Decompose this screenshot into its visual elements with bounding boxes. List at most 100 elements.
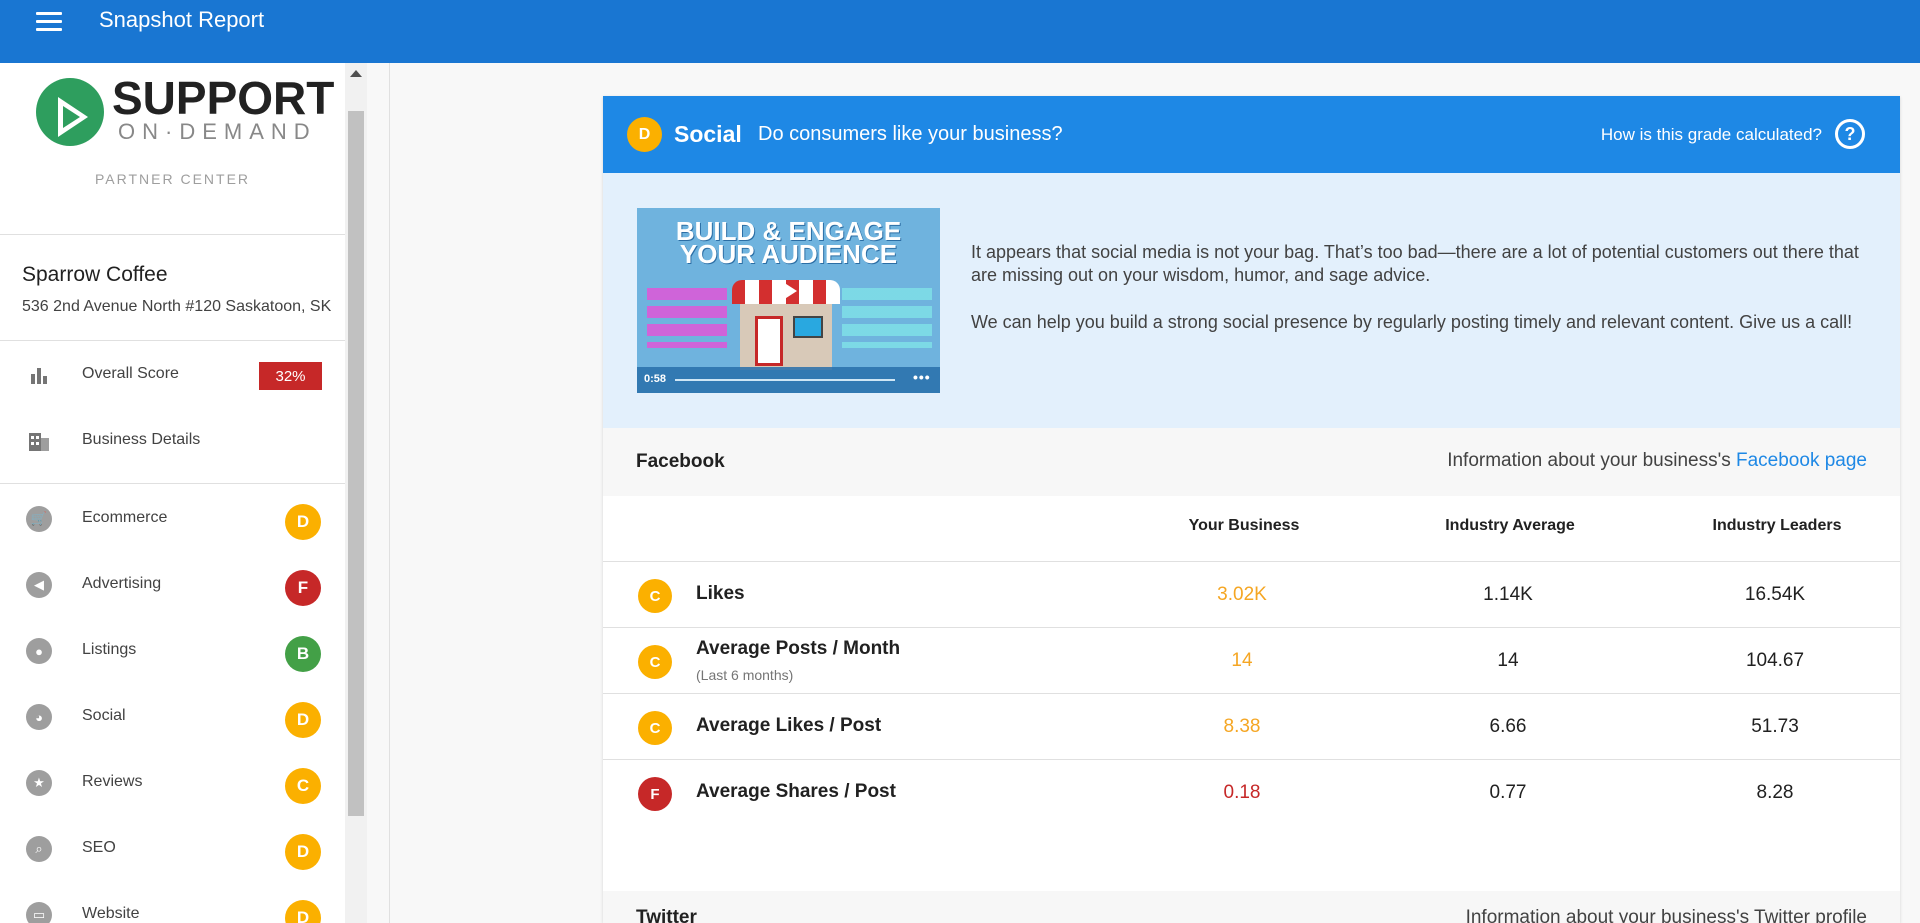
support-on-demand-logo: SUPPORT ON·DEMAND	[36, 73, 334, 153]
logo-play-icon	[36, 78, 104, 146]
sidebar-item-overall-score[interactable]: Overall Score 32%	[0, 348, 345, 402]
video-title: BUILD & ENGAGE YOUR AUDIENCE	[637, 218, 940, 269]
column-header-industry-leaders: Industry Leaders	[1712, 517, 1842, 534]
sidebar-item-label: Advertising	[82, 575, 162, 592]
metric-label: Average Shares / Post	[696, 781, 896, 802]
grade-badge: C	[638, 579, 672, 613]
sidebar-scrollbar[interactable]	[345, 63, 367, 923]
scrollbar-thumb[interactable]	[348, 111, 364, 816]
sidebar: SUPPORT ON·DEMAND PARTNER CENTER Sparrow…	[0, 63, 345, 923]
grade-badge: F	[285, 570, 321, 606]
crowd-illustration	[842, 288, 932, 348]
twitter-header: Twitter Information about your business'…	[603, 891, 1900, 923]
industry-leaders-value: 16.54K	[1744, 584, 1806, 605]
facebook-info-text: Information about your business's	[1447, 450, 1736, 471]
laptop-illustration	[793, 316, 823, 338]
sidebar-item-label: Reviews	[82, 773, 143, 790]
sidebar-item-reviews[interactable]: ★ Reviews C	[0, 756, 345, 810]
business-name: Sparrow Coffee	[22, 263, 168, 286]
metric-sublabel: (Last 6 months)	[696, 667, 794, 683]
industry-leaders-value: 104.67	[1745, 650, 1805, 671]
divider	[0, 340, 345, 341]
industry-leaders-value: 51.73	[1751, 716, 1799, 737]
building-icon	[26, 428, 52, 454]
more-options-icon[interactable]: •••	[913, 369, 931, 385]
your-business-value: 0.18	[1223, 782, 1261, 803]
video-progress-track[interactable]	[675, 379, 895, 381]
section-header: D Social Do consumers like your business…	[603, 96, 1900, 173]
social-grade-badge: D	[627, 117, 662, 152]
sidebar-item-business-details[interactable]: Business Details	[0, 414, 345, 468]
table-row: C Likes 3.02K 1.14K 16.54K	[603, 561, 1900, 627]
twitter-info: Information about your business's Twitte…	[1465, 907, 1867, 923]
your-business-value: 14	[1231, 650, 1253, 671]
metric-label: Average Likes / Post	[696, 715, 882, 736]
app-header: Snapshot Report	[0, 0, 1920, 63]
industry-leaders-value: 8.28	[1756, 782, 1794, 803]
intro-paragraph: It appears that social media is not your…	[971, 242, 1859, 285]
metric-label: Average Posts / Month	[696, 638, 901, 659]
your-business-value: 8.38	[1223, 716, 1261, 737]
facebook-info: Information about your business's Facebo…	[1447, 450, 1867, 472]
table-row: C Average Likes / Post 8.38 6.66 51.73	[603, 693, 1900, 759]
sidebar-item-label: Social	[82, 707, 126, 724]
business-address: 536 2nd Avenue North #120 Saskatoon, SK	[22, 298, 332, 315]
section-title: Social	[674, 121, 742, 147]
facebook-header: Facebook Information about your business…	[603, 428, 1900, 496]
sidebar-item-seo[interactable]: ⌕ SEO D	[0, 822, 345, 876]
pin-icon: ●	[26, 638, 52, 664]
crowd-illustration	[647, 288, 727, 348]
hamburger-menu-icon[interactable]	[36, 12, 62, 32]
grade-badge: D	[285, 504, 321, 540]
sidebar-item-label: SEO	[82, 839, 116, 856]
megaphone-icon: ◀	[26, 572, 52, 598]
star-icon: ★	[26, 770, 52, 796]
video-time: 0:58	[644, 373, 667, 385]
section-subtitle: Do consumers like your business?	[758, 123, 1063, 145]
sidebar-item-label: Ecommerce	[82, 509, 168, 526]
sidebar-item-website[interactable]: ▭ Website D	[0, 888, 345, 923]
sidebar-item-ecommerce[interactable]: 🛒 Ecommerce D	[0, 492, 345, 546]
your-business-value: 3.02K	[1217, 584, 1267, 605]
facebook-title: Facebook	[636, 451, 725, 472]
sidebar-item-label: Listings	[82, 641, 137, 658]
sidebar-item-social[interactable]: ◕ Social D	[0, 690, 345, 744]
divider	[0, 483, 345, 484]
intro-paragraph: We can help you build a strong social pr…	[971, 312, 1853, 332]
app-title: Snapshot Report	[99, 7, 265, 32]
sidebar-item-advertising[interactable]: ◀ Advertising F	[0, 558, 345, 612]
grade-badge: D	[285, 834, 321, 870]
logo-text-on-demand: ON·DEMAND	[118, 119, 317, 144]
grade-badge: B	[285, 636, 321, 672]
industry-average-value: 0.77	[1489, 782, 1527, 803]
help-icon[interactable]: ?	[1835, 119, 1865, 149]
grade-badge: C	[638, 645, 672, 679]
table-row: F Average Shares / Post 0.18 0.77 8.28	[603, 759, 1900, 825]
divider	[389, 63, 390, 923]
logo-text-support: SUPPORT	[112, 72, 335, 124]
partner-center-label: PARTNER CENTER	[94, 171, 251, 187]
column-header-your-business: Your Business	[1188, 517, 1300, 534]
video-title-line: YOUR AUDIENCE	[679, 239, 898, 269]
sidebar-item-listings[interactable]: ● Listings B	[0, 624, 345, 678]
facebook-page-link[interactable]: Facebook page	[1736, 450, 1867, 471]
industry-average-value: 14	[1497, 650, 1519, 671]
grade-badge: C	[285, 768, 321, 804]
play-icon[interactable]	[783, 282, 797, 300]
cart-icon: 🛒	[26, 506, 52, 532]
social-section: D Social Do consumers like your business…	[603, 96, 1900, 923]
grade-badge: F	[638, 777, 672, 811]
intro-panel: BUILD & ENGAGE YOUR AUDIENCE 0:58 ••• It…	[603, 173, 1900, 428]
divider	[0, 234, 345, 235]
grade-badge: D	[285, 702, 321, 738]
industry-average-value: 6.66	[1489, 716, 1527, 737]
scroll-up-arrow-icon[interactable]	[350, 70, 362, 77]
video-player[interactable]: BUILD & ENGAGE YOUR AUDIENCE 0:58 •••	[637, 208, 940, 393]
sidebar-item-label: Website	[82, 905, 140, 922]
grade-badge: D	[285, 900, 321, 923]
column-header-industry-average: Industry Average	[1445, 517, 1575, 534]
grade-calculation-link[interactable]: How is this grade calculated?	[1601, 125, 1822, 145]
metric-label: Likes	[696, 583, 745, 604]
intro-text: It appears that social media is not your…	[971, 241, 1871, 358]
monitor-icon: ▭	[26, 902, 52, 923]
